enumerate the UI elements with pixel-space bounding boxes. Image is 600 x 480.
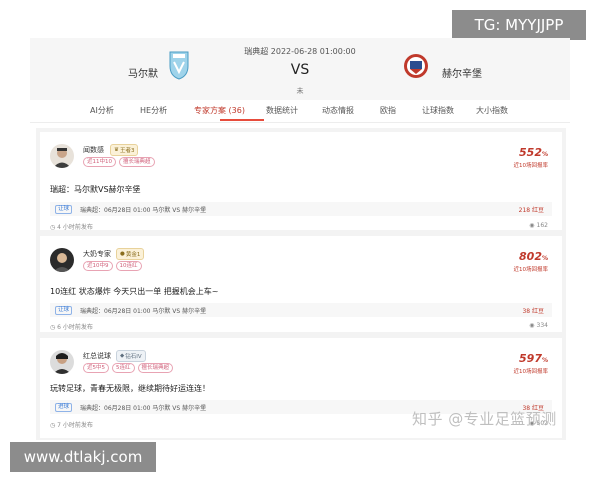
avatar[interactable] [50,248,74,272]
publish-time: ◷ 7 小时前发布 [50,420,93,429]
match-status: 未 [296,87,304,95]
plan-price: 38 红豆 [522,308,544,315]
plan-match-info: 瑞典超：06月28日 01:00 马尔默 VS 赫尔辛堡 [80,405,207,412]
level-label: 钻石IV [125,354,142,360]
plan-type-tag: 进球 [55,403,73,412]
active-tab-indicator [220,119,264,121]
tag-record: 近11中10 [83,157,116,167]
tag-streak: 10连红 [115,261,142,271]
return-rate-value: 597 [519,352,542,365]
tag-record: 近5中5 [83,363,109,373]
tag-record: 近10中9 [83,261,113,271]
plan-title[interactable]: 玩转足球，青春无极限，继续期待好运连连！ [50,383,210,394]
eye-icon: ◉ [529,322,535,329]
tab-data-stats[interactable]: 数据统计 [266,105,298,116]
tab-news[interactable]: 动态情报 [322,105,354,116]
view-count-value: 162 [536,222,548,229]
expert-plan-card[interactable]: 大奶专家 ● 黄金1 近10中9 10连红 802% 近10场回报率 10连红 状… [40,236,562,332]
diamond-icon: ◆ [120,353,125,359]
return-rate: 597% [519,352,548,365]
return-rate-label: 近10场回报率 [513,369,549,375]
publish-time-text: 7 小时前发布 [57,422,93,429]
expert-name[interactable]: 红总说球 [83,351,111,361]
avatar[interactable] [50,144,74,168]
view-count-value: 334 [536,322,548,329]
plan-match-info: 瑞典超：06月28日 01:00 马尔默 VS 赫尔辛堡 [80,308,207,315]
view-count: ◉ 162 [529,222,548,229]
return-rate-value: 552 [519,146,542,159]
return-rate-unit: % [541,255,548,262]
expert-tags: 近5中5 5连红 擅长瑞典超 [83,363,174,373]
plan-match-row[interactable]: 让球 瑞典超：06月28日 01:00 马尔默 VS 赫尔辛堡 218 红豆 [50,202,552,216]
level-badge: ● 黄金1 [116,248,145,260]
return-rate-value: 802 [519,250,542,263]
tab-over-under-odds[interactable]: 大小指数 [476,105,508,116]
publish-time: ◷ 6 小时前发布 [50,322,93,331]
match-meta: 瑞典超 2022-06-28 01:00:00 [244,47,356,56]
expert-name[interactable]: 闻数感 [83,145,104,155]
tab-european-odds[interactable]: 欧指 [380,105,396,116]
tab-ai-analysis[interactable]: AI分析 [90,105,114,116]
avatar[interactable] [50,350,74,374]
vs-label: VS [290,62,310,78]
plan-price: 218 红豆 [518,207,544,214]
level-label: 黄金1 [125,252,141,258]
view-count: ◉ 334 [529,322,548,329]
return-rate-label: 近10场回报率 [513,163,549,169]
expert-name[interactable]: 大奶专家 [83,249,111,259]
away-team-name[interactable]: 赫尔辛堡 [442,65,482,80]
eye-icon: ◉ [529,222,535,229]
expert-tags: 近10中9 10连红 [83,261,142,271]
return-rate: 802% [519,250,548,263]
publish-time-text: 4 小时前发布 [57,224,93,231]
publish-time-text: 6 小时前发布 [57,324,93,331]
level-badge: ◆ 钻石IV [116,350,146,362]
plan-match-row[interactable]: 让球 瑞典超：06月28日 01:00 马尔默 VS 赫尔辛堡 38 红豆 [50,303,552,317]
plan-type-tag: 让球 [55,205,73,214]
return-rate-unit: % [541,151,548,158]
return-rate-label: 近10场回报率 [513,267,549,273]
tab-expert-plans[interactable]: 专家方案 (36) [194,105,245,116]
plan-type-tag: 让球 [55,306,73,315]
expert-tags: 近11中10 擅长瑞典超 [83,157,155,167]
tag-specialty: 擅长瑞典超 [119,157,155,167]
expert-plan-card[interactable]: 闻数感 ♛ 王者3 近11中10 擅长瑞典超 552% 近10场回报率 瑞超：马尔… [40,132,562,231]
plan-title[interactable]: 瑞超：马尔默VS赫尔辛堡 [50,184,141,195]
watermark-top: TG: MYYJJPP [452,10,586,40]
zhihu-watermark: 知乎 @专业足篮预测 [412,410,557,428]
level-badge: ♛ 王者3 [110,144,139,156]
watermark-bottom: www.dtlakj.com [10,442,156,472]
crown-icon: ♛ [114,147,119,153]
tab-bar: AI分析 HE分析 专家方案 (36) 数据统计 动态情报 欧指 让球指数 大小… [30,100,570,123]
tab-handicap-odds[interactable]: 让球指数 [422,105,454,116]
return-rate-unit: % [541,357,548,364]
match-header: 瑞典超 2022-06-28 01:00:00 马尔默 VS 赫尔辛堡 未 [30,38,570,100]
level-label: 王者3 [119,148,135,154]
tag-streak: 5连红 [112,363,135,373]
return-rate: 552% [519,146,548,159]
plan-title[interactable]: 10连红 状态爆炸 今天只出一单 把握机会上车~ [50,286,219,297]
expert-plan-list: 闻数感 ♛ 王者3 近11中10 擅长瑞典超 552% 近10场回报率 瑞超：马尔… [36,128,566,440]
plan-match-info: 瑞典超：06月28日 01:00 马尔默 VS 赫尔辛堡 [80,207,207,214]
publish-time: ◷ 4 小时前发布 [50,222,93,231]
medal-icon: ● [120,251,125,257]
tab-he-analysis[interactable]: HE分析 [140,105,167,116]
tag-specialty: 擅长瑞典超 [137,363,174,373]
away-team-logo[interactable] [402,52,430,84]
